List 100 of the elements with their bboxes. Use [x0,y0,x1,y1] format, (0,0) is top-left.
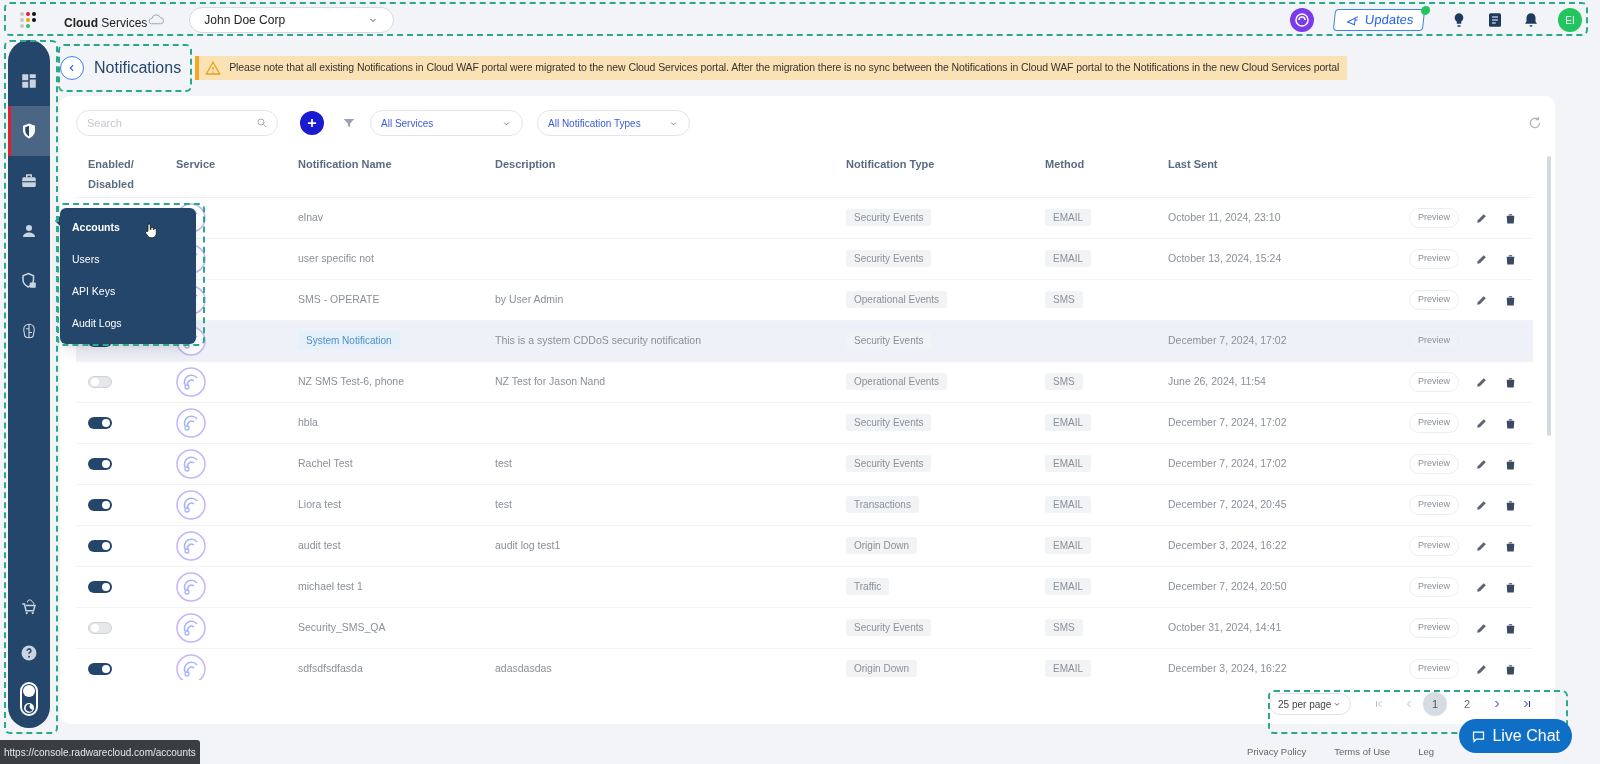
page-button[interactable]: 2 [1455,692,1479,716]
footer-link[interactable]: Leg [1418,744,1434,760]
briefcase-icon [20,172,38,190]
system-tag: System Notification [298,331,400,351]
page-title: Notifications [94,58,182,78]
hand-cursor-icon [142,222,160,240]
table-cell: sdfsdfsdfasda [298,662,363,675]
shield-icon [20,122,38,140]
service-icon [176,613,206,643]
back-button[interactable] [60,56,84,80]
method-tag: EMAIL [1045,250,1091,268]
table-cell: audit log test1 [495,539,561,552]
table-cell: test [495,457,512,470]
delete-icon[interactable] [1504,498,1517,512]
table-cell: test [495,498,512,511]
column-header: Last Sent [1168,157,1219,172]
edit-icon[interactable] [1475,416,1488,430]
type-tag: Operational Events [846,291,948,309]
delete-icon[interactable] [1504,375,1517,389]
edit-icon[interactable] [1475,662,1488,676]
filter-icon[interactable] [342,116,356,130]
edit-icon[interactable] [1475,621,1488,635]
edit-icon[interactable] [1475,375,1488,389]
org-select[interactable]: John Doe Corp [189,7,395,33]
sidebar-item[interactable] [8,106,50,156]
toggle-switch[interactable] [88,458,112,470]
method-tag: EMAIL [1045,660,1091,678]
type-tag: Operational Events [846,373,948,391]
theme-toggle[interactable] [20,682,38,716]
table-cell: Security_SMS_QA [298,621,386,634]
column-header: Notification Name [298,157,393,172]
table-cell: December 7, 2024, 20:45 [1168,498,1287,511]
type-tag: Security Events [846,250,932,268]
method-tag: EMAIL [1045,414,1091,432]
chat-icon [1471,728,1487,744]
delete-icon[interactable] [1504,416,1517,430]
edit-icon[interactable] [1475,539,1488,553]
edit-icon[interactable] [1475,580,1488,594]
toggle-switch[interactable] [88,417,112,429]
toggle-switch[interactable] [88,581,112,593]
live-chat-button[interactable]: Live Chat [1459,719,1572,753]
document-icon[interactable] [1486,11,1504,29]
edit-icon[interactable] [1475,252,1488,266]
last-page-icon[interactable] [1521,698,1533,710]
method-tag: EMAIL [1045,578,1091,596]
table-cell: user specific not [298,252,374,265]
delete-icon[interactable] [1504,580,1517,594]
column-header: Description [495,157,557,172]
type-tag: Security Events [846,209,932,227]
menu-item[interactable]: API Keys [60,276,196,308]
user-icon [20,222,38,240]
search-field[interactable]: Search [76,110,278,136]
table-cell: hbla [298,416,318,429]
brand-name: Cloud Services [64,15,148,32]
edit-icon[interactable] [1475,293,1488,307]
edit-icon[interactable] [1475,498,1488,512]
table-cell: SMS - OPERATE [298,293,380,306]
toggle-switch[interactable] [88,622,112,634]
help-icon [20,644,38,662]
delete-icon[interactable] [1504,252,1517,266]
toggle-switch[interactable] [88,540,112,552]
toggle-switch[interactable] [88,376,112,388]
edit-icon[interactable] [1475,457,1488,471]
edit-icon[interactable] [1475,211,1488,225]
method-tag: EMAIL [1045,209,1091,227]
logo-icon [18,11,38,29]
table-cell: December 7, 2024, 20:50 [1168,580,1287,593]
page-button[interactable]: 1 [1423,692,1447,716]
column-header: Enabled/ Disabled [88,157,135,192]
table-cell: by User Admin [495,293,564,306]
type-tag: Transactions [846,496,919,514]
delete-icon[interactable] [1504,662,1517,676]
toggle-switch[interactable] [88,663,112,675]
plus-icon [305,116,319,130]
table-cell: December 7, 2024, 17:02 [1168,416,1287,429]
delete-icon[interactable] [1504,211,1517,225]
menu-item[interactable]: Audit Logs [60,308,196,340]
bell-icon[interactable] [1522,11,1540,29]
service-icon [176,490,206,520]
cart-icon [20,598,38,616]
ai-assistant-icon[interactable] [1289,8,1314,32]
method-tag: SMS [1045,373,1083,391]
add-button[interactable] [300,111,324,135]
menu-item[interactable]: Accounts [60,212,196,244]
toggle-switch[interactable] [88,499,112,511]
type-tag: Security Events [846,455,932,473]
table-cell: audit test [298,539,341,552]
delete-icon[interactable] [1504,621,1517,635]
table-cell: adasdasdas [495,662,552,675]
delete-icon[interactable] [1504,293,1517,307]
warning-icon [205,60,222,76]
delete-icon[interactable] [1504,457,1517,471]
delete-icon[interactable] [1504,539,1517,553]
footer-link[interactable]: Terms of Use [1334,744,1391,760]
menu-item[interactable]: Users [60,244,196,276]
service-icon [176,449,206,479]
service-icon [176,408,206,438]
type-tag: Traffic [846,578,890,596]
footer-link[interactable]: Privacy Policy [1247,744,1307,760]
column-header: Method [1045,157,1086,172]
